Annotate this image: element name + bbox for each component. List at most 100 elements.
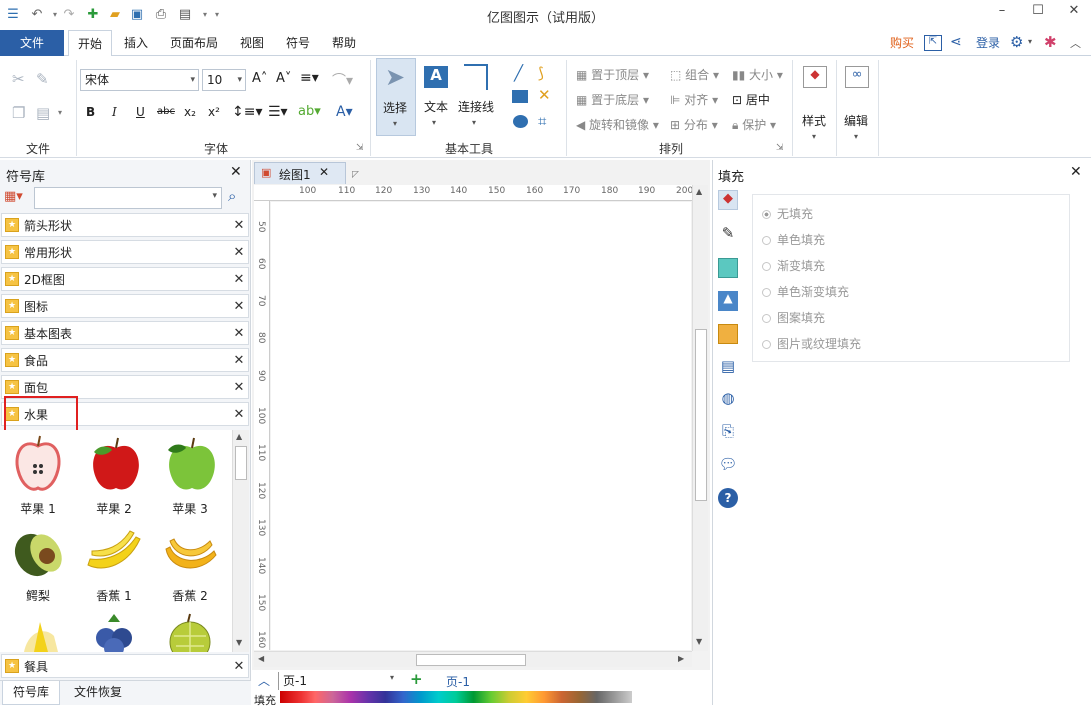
share-screen-icon[interactable]: ⇱	[924, 35, 942, 51]
close-icon[interactable]: ✕	[230, 326, 248, 341]
scroll-thumb[interactable]	[695, 329, 707, 501]
shape-avocado[interactable]: 鳄梨	[0, 521, 76, 607]
tab-symbol-library[interactable]: 符号库	[2, 681, 60, 705]
buy-link[interactable]: 购买	[886, 30, 918, 56]
close-tab-icon[interactable]: ✕	[319, 165, 329, 179]
scroll-thumb[interactable]	[416, 654, 526, 666]
select-tool-button[interactable]: ➤ 选择 ▾	[376, 58, 416, 136]
send-to-back-button[interactable]: ▦ 置于底层 ▾	[576, 91, 649, 108]
shape-blueberries[interactable]	[76, 608, 152, 652]
library-item[interactable]: ★ 箭头形状 ✕	[1, 213, 249, 237]
minimize-button[interactable]: –	[990, 3, 1014, 23]
underline-icon[interactable]: U	[136, 105, 145, 119]
paste-dropdown-icon[interactable]: ▾	[58, 108, 62, 117]
attachment-icon[interactable]: ⎘	[718, 422, 738, 442]
scroll-down-icon[interactable]: ▼	[236, 638, 242, 647]
format-painter-icon[interactable]: ✎	[36, 70, 49, 88]
shape-apple-2[interactable]: 苹果 2	[76, 434, 152, 520]
fill-option-pattern[interactable]: 图案填充	[762, 309, 825, 326]
search-input[interactable]: ▾	[34, 187, 222, 209]
share-icon[interactable]: ⋖	[950, 34, 962, 50]
fill-option-none[interactable]: 无填充	[762, 205, 813, 222]
fill-option-picture[interactable]: 图片或纹理填充	[762, 335, 861, 352]
close-window-button[interactable]: ✕	[1062, 3, 1086, 23]
ellipse-tool-icon[interactable]	[513, 115, 528, 128]
style-button[interactable]: ◆ 样式 ▾	[798, 60, 834, 148]
add-page-icon[interactable]: +	[410, 670, 423, 688]
library-item[interactable]: ★ 2D框图 ✕	[1, 267, 249, 291]
protect-button[interactable]: 🔒︎ 保护 ▾	[732, 116, 776, 133]
point-tool-icon[interactable]: ✕	[538, 86, 551, 104]
close-icon[interactable]: ✕	[230, 299, 248, 314]
cut-icon[interactable]: ✂	[12, 70, 25, 88]
shape-banana-2[interactable]: 香蕉 2	[152, 521, 228, 607]
shape-banana-1[interactable]: 香蕉 1	[76, 521, 152, 607]
library-item[interactable]: ★ 食品 ✕	[1, 348, 249, 372]
fill-option-gradient[interactable]: 渐变填充	[762, 257, 825, 274]
close-icon[interactable]: ✕	[230, 218, 248, 233]
shrink-font-icon[interactable]: A˅	[276, 71, 291, 86]
align-text-icon[interactable]: ≡▾	[300, 70, 319, 86]
menu-file[interactable]: 文件	[0, 30, 64, 56]
line-tool-icon[interactable]: ╱	[514, 64, 523, 82]
tab-symbol[interactable]: 符号	[280, 30, 316, 56]
arrange-dialog-launcher-icon[interactable]: ⇲	[776, 143, 784, 153]
curve-tool-icon[interactable]: ⟆	[538, 64, 544, 82]
text-curve-icon[interactable]: ⌒▾	[332, 70, 353, 90]
close-icon[interactable]: ✕	[230, 659, 248, 674]
help-icon[interactable]: ?	[718, 488, 738, 508]
superscript-icon[interactable]: x²	[208, 105, 220, 119]
canvas-horizontal-scrollbar[interactable]: ◀ ▶	[254, 651, 692, 667]
collapse-ribbon-icon[interactable]: ︿	[1070, 35, 1081, 51]
tab-page-layout[interactable]: 页面布局	[164, 30, 224, 56]
close-fill-panel-icon[interactable]: ✕	[1070, 164, 1082, 180]
font-color-icon[interactable]: A▾	[336, 104, 353, 120]
tab-help[interactable]: 帮助	[326, 30, 362, 56]
settings-gear-icon[interactable]: ⚙	[1010, 33, 1023, 51]
scroll-up-icon[interactable]: ▲	[696, 187, 702, 196]
comment-icon[interactable]: 💬︎	[718, 455, 738, 475]
page-select[interactable]: 页-1 ▾	[278, 672, 398, 690]
subscript-icon[interactable]: x₂	[184, 105, 196, 119]
shadow-icon[interactable]	[718, 258, 738, 278]
center-button[interactable]: ⊡ 居中	[732, 91, 770, 108]
font-dialog-launcher-icon[interactable]: ⇲	[356, 143, 364, 153]
text-tool-button[interactable]: A 文本 ▾	[420, 58, 454, 136]
group-button[interactable]: ⬚ 组合 ▾	[670, 66, 719, 83]
tab-home[interactable]: 开始	[68, 30, 112, 57]
canvas-vertical-scrollbar[interactable]: ▲ ▼	[692, 185, 708, 651]
tab-view[interactable]: 视图	[234, 30, 270, 56]
align-button[interactable]: ⊫ 对齐 ▾	[670, 91, 718, 108]
shape-peeled-banana[interactable]	[0, 608, 76, 652]
close-icon[interactable]: ✕	[230, 407, 248, 422]
shape-melon[interactable]	[152, 608, 228, 652]
close-icon[interactable]: ✕	[230, 380, 248, 395]
theme-icon[interactable]: ✱	[1044, 33, 1057, 51]
close-icon[interactable]: ✕	[230, 353, 248, 368]
italic-icon[interactable]: I	[112, 105, 117, 119]
collapse-icon[interactable]: ︿	[258, 672, 270, 689]
maximize-button[interactable]: ☐	[1026, 3, 1050, 23]
shape-scrollbar[interactable]: ▲ ▼	[232, 430, 249, 652]
close-icon[interactable]: ✕	[230, 272, 248, 287]
shape-apple-1[interactable]: 苹果 1	[0, 434, 76, 520]
text-highlight-icon[interactable]: ab▾	[298, 104, 321, 119]
fill-bucket-icon[interactable]: ◆	[718, 190, 738, 210]
document-tab[interactable]: ▣ 绘图1 ✕	[254, 162, 346, 184]
rotate-mirror-button[interactable]: ◀ 旋转和镜像 ▾	[576, 116, 659, 133]
hyperlink-globe-icon[interactable]: ◍	[718, 389, 738, 409]
page-properties-icon[interactable]: ▤	[718, 357, 738, 377]
fill-option-solid[interactable]: 单色填充	[762, 231, 825, 248]
image-icon[interactable]: ▲	[718, 291, 738, 311]
login-link[interactable]: 登录	[972, 30, 1004, 56]
line-pen-icon[interactable]: ✎	[718, 224, 738, 244]
page-tab[interactable]: 页-1	[446, 673, 470, 690]
library-grid-icon[interactable]: ▦▾	[4, 189, 28, 207]
library-item[interactable]: ★ 图标 ✕	[1, 294, 249, 318]
library-item[interactable]: ★ 餐具 ✕	[1, 654, 249, 678]
bold-icon[interactable]: B	[86, 105, 95, 119]
close-icon[interactable]: ✕	[230, 245, 248, 260]
edit-button[interactable]: ∞ 编辑 ▾	[840, 60, 876, 148]
line-spacing-icon[interactable]: ↕≡▾	[232, 104, 263, 120]
tab-insert[interactable]: 插入	[116, 30, 156, 56]
